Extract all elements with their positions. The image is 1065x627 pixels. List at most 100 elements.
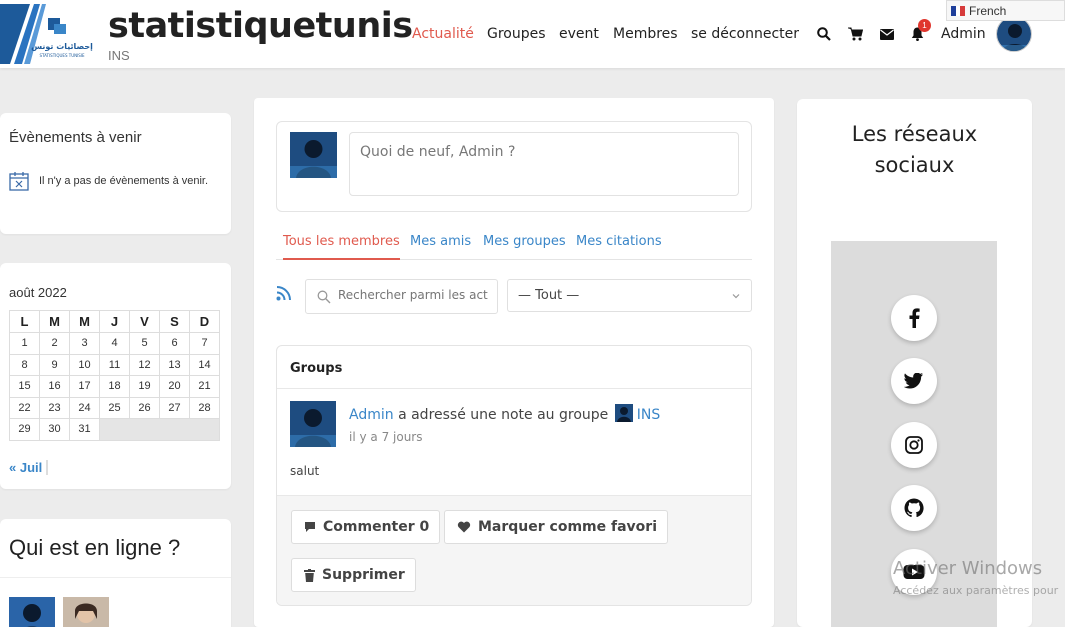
activity-author-link[interactable]: Admin — [349, 407, 394, 423]
weekday: S — [159, 310, 190, 333]
user-name[interactable]: Admin — [941, 26, 986, 42]
comment-button-label: Commenter 0 — [323, 519, 430, 535]
post-form: Quoi de neuf, Admin ? — [276, 121, 752, 212]
calendar-week: 8 9 10 11 12 13 14 — [9, 353, 220, 376]
mail-icon[interactable] — [878, 24, 896, 44]
calendar-day: 26 — [129, 396, 160, 419]
calendar-prev-link[interactable]: « Juil — [9, 460, 49, 475]
calendar-day: 7 — [189, 332, 220, 355]
site-title[interactable]: statistiquetunis — [108, 6, 413, 46]
calendar-day: 5 — [129, 332, 160, 355]
calendar-day: 19 — [129, 375, 160, 398]
github-icon — [904, 498, 924, 518]
activity-actions: Commenter 0 Marquer comme favori Supprim… — [277, 495, 751, 605]
activity-author-avatar[interactable] — [290, 401, 336, 447]
user-avatar[interactable] — [996, 16, 1032, 52]
tab-all-members[interactable]: Tous les membres — [283, 234, 400, 260]
site-header: إحصائيات تونس STATISTIQUES TUNISIE stati… — [0, 0, 1065, 68]
search-icon[interactable] — [815, 24, 833, 44]
calendar-day: 3 — [69, 332, 100, 355]
language-label: French — [969, 3, 1007, 18]
weekday: L — [9, 310, 40, 333]
nav-item-actualite[interactable]: Actualité — [412, 26, 474, 42]
logo-text: إحصائيات تونس — [31, 42, 93, 52]
online-widget-title: Qui est en ligne ? — [9, 535, 181, 560]
activity-action-text: a adressé une note au groupe — [398, 407, 609, 423]
cart-icon[interactable] — [846, 24, 864, 44]
calendar-day: 16 — [39, 375, 70, 398]
delete-button-label: Supprimer — [322, 567, 405, 583]
logo-subtext: STATISTIQUES TUNISIE — [39, 53, 85, 58]
calendar-day: 8 — [9, 353, 40, 376]
calendar-day: 23 — [39, 396, 70, 419]
windows-activation-title: Activer Windows — [893, 558, 1043, 579]
activity-section-title: Groups — [290, 361, 343, 376]
nav-item-groupes[interactable]: Groupes — [487, 26, 546, 42]
calendar-day: 22 — [9, 396, 40, 419]
nav-item-event[interactable]: event — [559, 26, 599, 42]
post-input[interactable]: Quoi de neuf, Admin ? — [349, 132, 739, 196]
tab-my-groups[interactable]: Mes groupes — [483, 234, 566, 260]
site-logo[interactable]: إحصائيات تونس STATISTIQUES TUNISIE — [0, 4, 96, 64]
language-selector[interactable]: French — [946, 0, 1065, 21]
nav-label: Membres — [613, 26, 678, 42]
calendar-day: 31 — [69, 418, 100, 441]
activity-filter-select[interactable]: — Tout — — [507, 279, 752, 312]
calendar-day: 11 — [99, 353, 130, 376]
divider — [0, 577, 231, 578]
calendar-day: 20 — [159, 375, 190, 398]
activity-group-link[interactable]: INS — [637, 407, 661, 423]
calendar-day: 21 — [189, 375, 220, 398]
facebook-button[interactable] — [891, 295, 937, 341]
calendar-day: 30 — [39, 418, 70, 441]
github-button[interactable] — [891, 485, 937, 531]
nav-item-logout[interactable]: se déconnecter — [691, 26, 799, 42]
calendar-day: 13 — [159, 353, 190, 376]
calendar-table: L M M J V S D 1234567 8 9 10 11 12 13 14 15 16 1… — [9, 310, 220, 441]
group-avatar-icon[interactable] — [614, 404, 633, 422]
tab-my-friends[interactable]: Mes amis — [410, 234, 471, 260]
chevron-down-icon — [732, 294, 740, 299]
calendar-day: 17 — [69, 375, 100, 398]
calendar-day: 12 — [129, 353, 160, 376]
calendar-day: 15 — [9, 375, 40, 398]
calendar-week: 29 30 31 — [9, 418, 220, 441]
weekday: D — [189, 310, 220, 333]
activity-search-input[interactable] — [338, 288, 488, 302]
online-user-avatar[interactable] — [63, 597, 109, 627]
divider — [277, 388, 751, 389]
calendar-week: 22 23 24 25 26 27 28 — [9, 396, 220, 419]
rss-icon[interactable] — [276, 285, 292, 301]
calendar-month: août 2022 — [9, 285, 67, 300]
social-title-line: Les réseaux — [851, 122, 978, 146]
search-icon — [317, 290, 331, 304]
favorite-button-label: Marquer comme favori — [478, 519, 657, 535]
calendar-day: 18 — [99, 375, 130, 398]
online-user-avatar[interactable] — [9, 597, 55, 627]
activity-summary: Admin a adressé une note au groupe INS — [349, 404, 660, 423]
twitter-button[interactable] — [891, 358, 937, 404]
social-title-line: sociaux — [874, 153, 955, 177]
favorite-button[interactable]: Marquer comme favori — [444, 510, 668, 544]
heart-icon — [457, 521, 471, 533]
windows-activation-subtitle: Accédez aux paramètres pour — [893, 584, 1059, 597]
calendar-day: 1 — [9, 332, 40, 355]
instagram-button[interactable] — [891, 422, 937, 468]
calendar-pad — [99, 418, 220, 441]
tab-my-mentions[interactable]: Mes citations — [576, 234, 662, 260]
weekday: V — [129, 310, 160, 333]
calendar-day: 9 — [39, 353, 70, 376]
calendar-icon — [9, 172, 29, 191]
comment-button[interactable]: Commenter 0 — [291, 510, 441, 544]
delete-button[interactable]: Supprimer — [291, 558, 416, 592]
trash-icon — [304, 568, 315, 582]
calendar-week: 1234567 — [9, 332, 220, 355]
calendar-day: 10 — [69, 353, 100, 376]
events-widget: Évènements à venir Il n'y a pas de évène… — [0, 113, 231, 234]
weekday: J — [99, 310, 130, 333]
activity-timestamp[interactable]: il y a 7 jours — [349, 430, 422, 444]
site-subtitle: INS — [108, 48, 130, 63]
nav-item-membres[interactable]: Membres — [613, 26, 678, 42]
instagram-icon — [905, 436, 923, 454]
calendar-day: 6 — [159, 332, 190, 355]
